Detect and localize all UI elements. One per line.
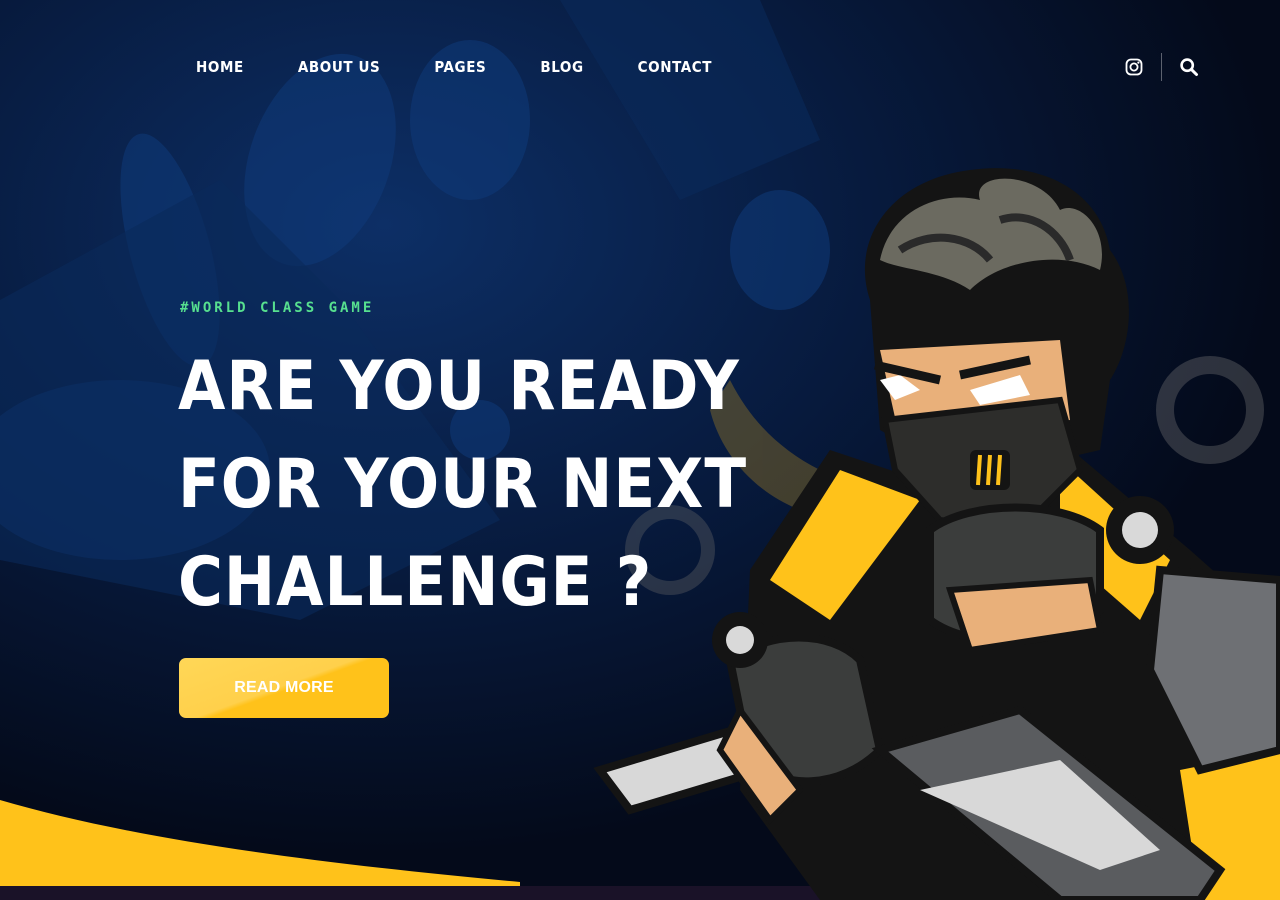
instagram-icon[interactable] [1123,56,1145,78]
nav-actions [1123,52,1200,82]
headline-line-1: ARE YOU READY [178,347,740,426]
hero-tagline: #WORLD CLASS GAME [180,300,375,316]
nav-contact[interactable]: CONTACT [638,56,712,78]
hero-headline: ARE YOU READY FOR YOUR NEXT CHALLENGE ? [178,338,748,632]
read-more-button[interactable]: READ MORE [179,658,389,718]
nav-blog[interactable]: BLOG [540,56,583,78]
nav-about-us[interactable]: ABOUT US [298,56,381,78]
nav-pages[interactable]: PAGES [434,56,486,78]
main-nav: HOME ABOUT US PAGES BLOG CONTACT [196,56,766,78]
search-icon[interactable] [1178,56,1200,78]
headline-line-2: FOR YOUR NEXT [178,445,748,524]
headline-line-3: CHALLENGE ? [178,543,653,622]
nav-home[interactable]: HOME [196,56,244,78]
nav-divider [1161,53,1162,81]
